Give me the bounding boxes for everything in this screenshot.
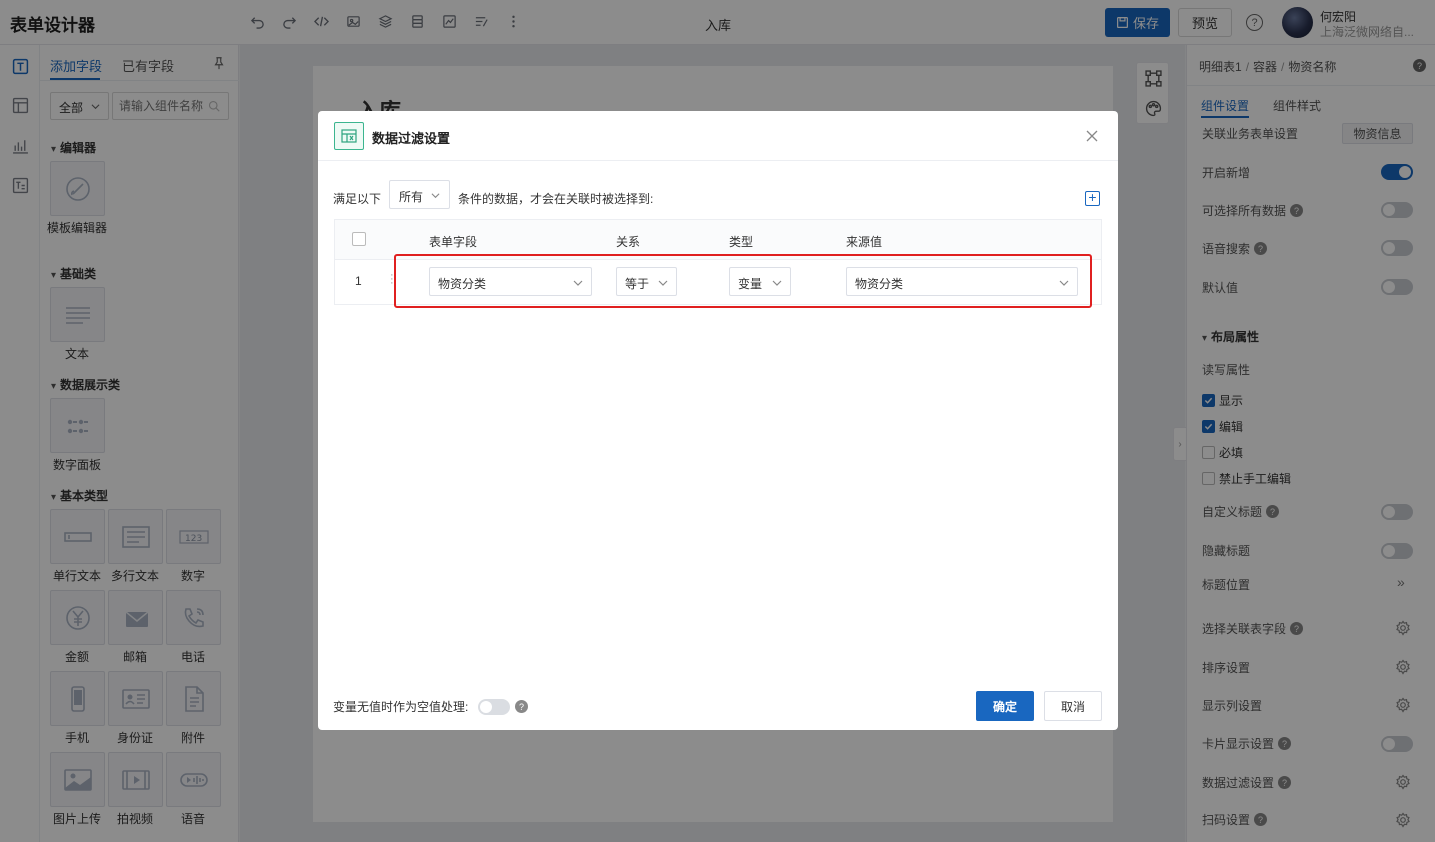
cancel-button[interactable]: 取消	[1044, 691, 1102, 721]
select-all-checkbox[interactable]	[352, 232, 366, 246]
row-index: 1	[355, 274, 362, 288]
condition-prefix: 满足以下	[333, 192, 382, 206]
column-header-field: 表单字段	[429, 235, 478, 249]
condition-suffix: 条件的数据，才会在关联时被选择到:	[458, 192, 654, 206]
chevron-down-icon	[431, 193, 440, 199]
column-header-type: 类型	[729, 235, 754, 249]
confirm-button[interactable]: 确定	[976, 691, 1034, 721]
add-condition-button[interactable]: +	[1085, 190, 1100, 206]
condition-mode-select[interactable]: 所有	[389, 180, 450, 209]
condition-mode-value: 所有	[399, 190, 424, 204]
null-handling-label: 变量无值时作为空值处理:	[333, 700, 469, 714]
column-header-source: 来源值	[846, 235, 883, 249]
help-icon[interactable]: ?	[515, 700, 528, 713]
column-header-relation: 关系	[616, 235, 641, 249]
close-icon[interactable]	[1084, 128, 1100, 144]
dialog-header: 数据过滤设置	[318, 111, 1118, 161]
filter-table-icon	[334, 122, 364, 150]
null-handling-toggle[interactable]	[478, 699, 510, 715]
dialog-title: 数据过滤设置	[372, 131, 451, 146]
highlight-annotation	[394, 254, 1092, 308]
data-filter-dialog: 数据过滤设置 满足以下 所有 条件的数据，才会在关联时被选择到: + 表单字段 …	[318, 111, 1118, 730]
